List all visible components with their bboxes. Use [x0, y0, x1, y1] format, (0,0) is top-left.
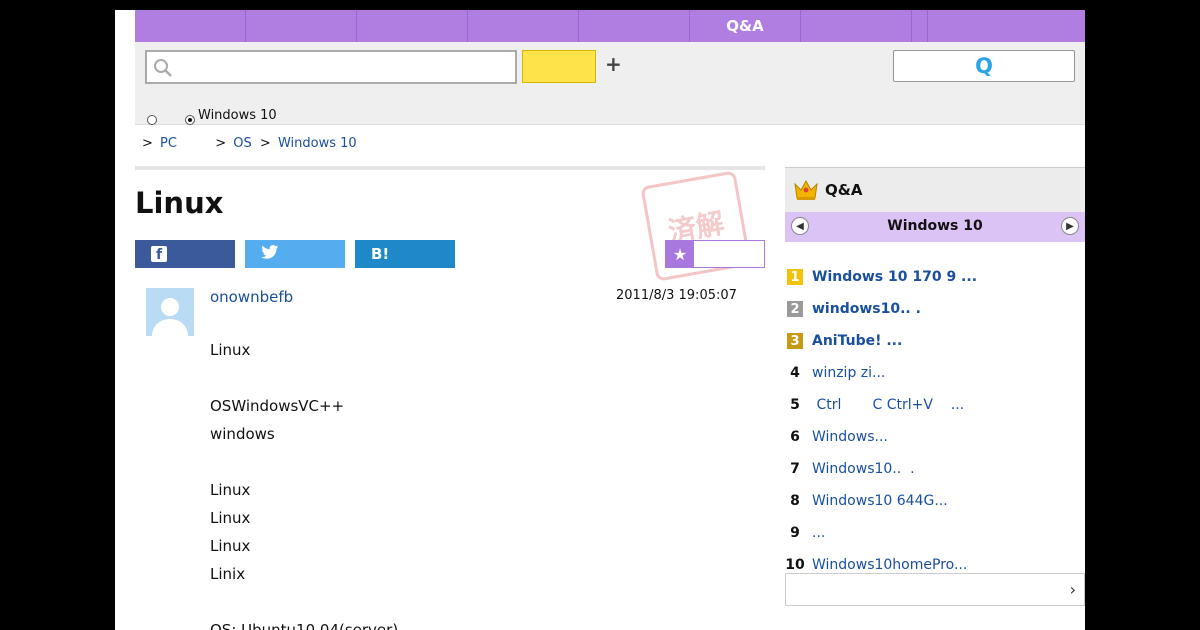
search-field[interactable]	[145, 50, 517, 84]
hatena-bookmark-button[interactable]: B!	[355, 240, 455, 268]
rank-number: 1	[787, 269, 803, 285]
ranking-link[interactable]: Ctrl C Ctrl+V ...	[812, 397, 964, 413]
twitter-icon	[261, 244, 279, 264]
body-line: windows	[210, 425, 275, 443]
crown-icon	[793, 178, 819, 206]
ranking-title: Q&A	[825, 181, 863, 199]
nav-tab[interactable]	[468, 10, 579, 42]
top-nav: Q&A	[135, 10, 1085, 42]
nav-tab[interactable]	[579, 10, 690, 42]
rank-number: 9	[790, 525, 800, 541]
search-input[interactable]	[179, 56, 513, 80]
post-date: 2011/8/3 19:05:07	[616, 288, 737, 303]
radio-category-label: Windows 10	[198, 108, 277, 123]
body-line	[210, 364, 398, 392]
ask-question-icon: Q	[975, 54, 993, 78]
body-line: OS: Ubuntu10.04(server)	[210, 621, 399, 630]
breadcrumb-pc[interactable]: PC	[160, 136, 177, 151]
ranking-link[interactable]: Windows10 644G...	[812, 493, 948, 509]
nav-tab[interactable]	[357, 10, 468, 42]
radio-all[interactable]	[147, 115, 157, 125]
body-line: Linux	[210, 481, 251, 499]
facebook-share-button[interactable]: f	[135, 240, 235, 268]
body-line	[210, 588, 398, 616]
breadcrumb-separator: >	[215, 136, 227, 151]
ranking-item[interactable]: 9 ...	[785, 517, 1085, 549]
rank-number: 6	[790, 429, 800, 445]
ranking-link[interactable]: winzip zi...	[812, 365, 885, 381]
breadcrumb-separator: >	[142, 136, 153, 151]
rank-number: 4	[790, 365, 800, 381]
author-name[interactable]: onownbefb	[210, 288, 293, 306]
favorite-button[interactable]: ★	[665, 240, 765, 268]
body-line: Linux	[210, 537, 251, 555]
ranking-category: Windows 10	[887, 218, 983, 234]
ranking-link[interactable]: ...	[812, 525, 825, 541]
ranking-link[interactable]: Windows10homePro...	[812, 557, 967, 573]
body-line: Linix	[210, 565, 246, 583]
ranking-item[interactable]: 8 Windows10 644G...	[785, 485, 1085, 517]
ranking-link[interactable]: Windows...	[812, 429, 888, 445]
page-frame: Q&A + Q Windows 10 > PC > OS > Windows 1…	[115, 10, 1085, 630]
star-icon: ★	[666, 241, 694, 267]
ranking-more-button[interactable]: ›	[785, 573, 1085, 606]
ranking-link[interactable]: Windows 10 170 9 ...	[812, 269, 977, 285]
nav-tab[interactable]	[246, 10, 357, 42]
ranking-link[interactable]: Windows10.. .	[812, 461, 915, 477]
page-title: Linux	[135, 186, 224, 220]
content-divider	[135, 166, 765, 170]
body-line: Linux	[210, 509, 251, 527]
body-line: Linux	[210, 341, 251, 359]
ranking-item[interactable]: 6 Windows...	[785, 421, 1085, 453]
body-line	[210, 448, 398, 476]
ranking-item[interactable]: 5 Ctrl C Ctrl+V ...	[785, 389, 1085, 421]
chevron-right-icon: ›	[1069, 580, 1076, 599]
rank-number: 8	[790, 493, 800, 509]
rank-number: 5	[790, 397, 800, 413]
search-icon	[153, 58, 173, 82]
ranking-header: Q&A	[785, 167, 1085, 212]
ranking-link[interactable]: AniTube! ...	[812, 333, 902, 349]
breadcrumb: > PC > OS > Windows 10	[142, 134, 357, 154]
ranking-item[interactable]: 1 Windows 10 170 9 ...	[785, 261, 1085, 293]
ranking-item[interactable]: 4 winzip zi...	[785, 357, 1085, 389]
ask-question-button[interactable]: Q	[893, 50, 1075, 82]
rank-number: 3	[787, 333, 803, 349]
ranking-sidebar: Q&A ◀ Windows 10 ▶ 1 Windows 10 170 9 ..…	[785, 167, 1085, 607]
ranking-item[interactable]: 7 Windows10.. .	[785, 453, 1085, 485]
nav-tab[interactable]	[928, 10, 1085, 42]
question-body: Linux OSWindowsVC++ windows Linux Linux …	[210, 336, 398, 630]
rank-number: 2	[787, 301, 803, 317]
plus-icon[interactable]: +	[605, 52, 622, 76]
nav-tab[interactable]	[912, 10, 928, 42]
ranking-category-bar: ◀ Windows 10 ▶	[785, 212, 1085, 242]
nav-tab[interactable]	[135, 10, 246, 42]
breadcrumb-os[interactable]: OS	[233, 136, 251, 151]
breadcrumb-separator: >	[259, 136, 271, 151]
facebook-icon: f	[151, 246, 167, 263]
nav-tab[interactable]	[801, 10, 912, 42]
search-bar: + Q Windows 10	[135, 42, 1085, 125]
ranking-item[interactable]: 3 AniTube! ...	[785, 325, 1085, 357]
next-category-button[interactable]: ▶	[1061, 217, 1079, 235]
hatena-bookmark-label: B!	[371, 245, 390, 263]
breadcrumb-windows10[interactable]: Windows 10	[278, 136, 357, 151]
rank-number: 10	[785, 557, 805, 573]
ranking-item[interactable]: 2 windows10.. .	[785, 293, 1085, 325]
ranking-link[interactable]: windows10.. .	[812, 301, 921, 317]
nav-tab-qa[interactable]: Q&A	[690, 10, 801, 42]
body-line: OSWindowsVC++	[210, 397, 345, 415]
rank-number: 7	[790, 461, 800, 477]
avatar[interactable]	[146, 288, 194, 336]
twitter-share-button[interactable]	[245, 240, 345, 268]
search-button[interactable]	[522, 50, 596, 83]
radio-category[interactable]	[185, 115, 195, 125]
